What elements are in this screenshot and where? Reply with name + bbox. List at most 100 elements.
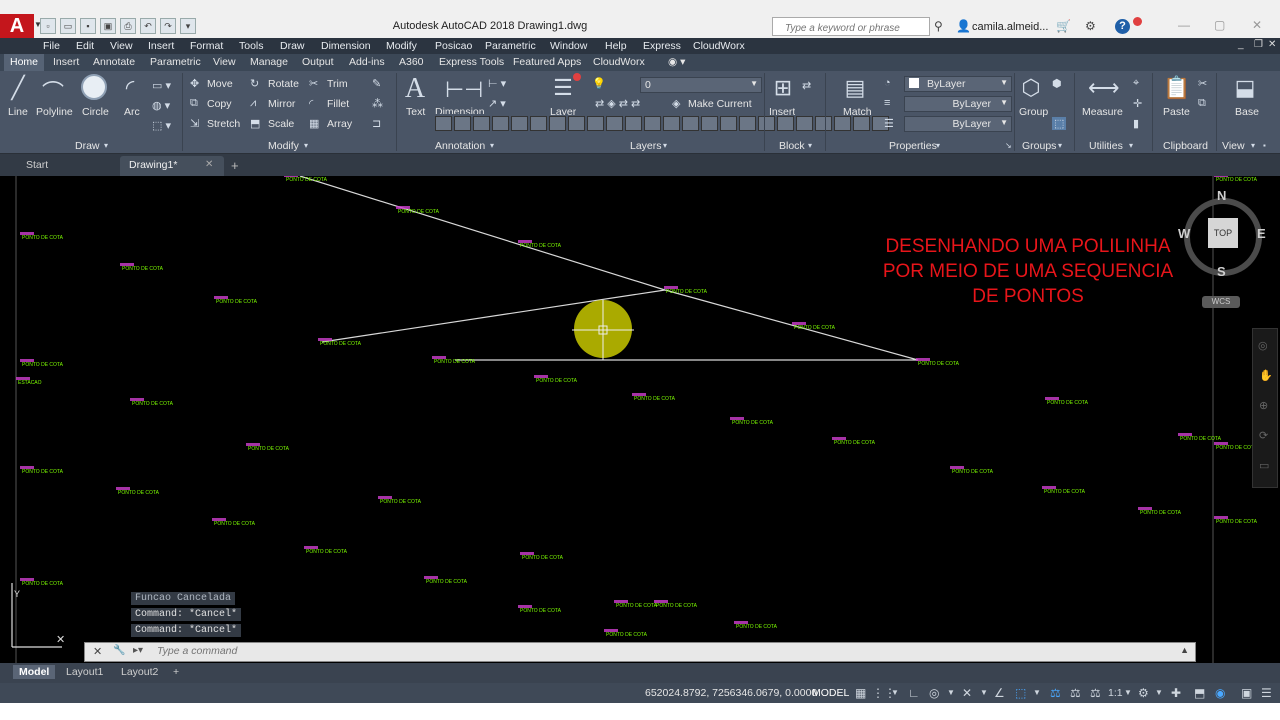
- chevron-down-icon[interactable]: ▼: [1124, 688, 1132, 697]
- customization-icon[interactable]: ☰: [1261, 686, 1272, 700]
- linear-dim-icon[interactable]: ⊢ ▾: [488, 77, 506, 90]
- compass-east[interactable]: E: [1257, 226, 1266, 241]
- explode-icon[interactable]: ⁂: [372, 97, 383, 110]
- toolbar-button-icon[interactable]: [492, 116, 509, 131]
- toolbar-button-icon[interactable]: [796, 116, 813, 131]
- doc-close-icon[interactable]: ✕: [1268, 39, 1276, 50]
- measure-button[interactable]: Measure: [1082, 106, 1123, 118]
- trim-icon[interactable]: ✂: [309, 77, 318, 90]
- match-properties-button[interactable]: Match: [843, 106, 872, 115]
- circle-icon[interactable]: [81, 74, 107, 100]
- exchange-icon[interactable]: ⚙: [1085, 19, 1096, 33]
- menu-format[interactable]: Format: [190, 40, 223, 52]
- survey-point-label[interactable]: PONTO DE COTA: [1214, 516, 1257, 525]
- tab-view[interactable]: View: [213, 56, 236, 68]
- ungroup-icon[interactable]: ⬢: [1052, 77, 1062, 90]
- menu-help[interactable]: Help: [605, 40, 627, 52]
- color-dropdown[interactable]: ByLayer ▼: [904, 76, 1012, 92]
- draw-expand-icon[interactable]: ▾: [104, 141, 108, 150]
- survey-point-label[interactable]: PONTO DE COTA: [396, 206, 439, 215]
- survey-point-label[interactable]: PONTO DE COTA: [730, 417, 773, 426]
- scale-button[interactable]: Scale: [268, 118, 294, 130]
- fillet-icon[interactable]: ◜: [309, 97, 313, 110]
- isodraft-icon[interactable]: ✕: [962, 686, 972, 700]
- search-input[interactable]: [772, 17, 930, 36]
- survey-point-label[interactable]: PONTO DE COTA: [424, 576, 467, 585]
- chevron-down-icon[interactable]: ▼: [1155, 688, 1163, 697]
- survey-point-label[interactable]: PONTO DE COTA: [1214, 176, 1257, 183]
- chevron-down-icon[interactable]: ▼: [891, 688, 899, 697]
- notification-icon[interactable]: [1133, 17, 1142, 26]
- menu-tools[interactable]: Tools: [239, 40, 264, 52]
- tab-a360[interactable]: A360: [399, 56, 424, 68]
- survey-point-label[interactable]: PONTO DE COTA: [214, 296, 257, 305]
- survey-point-label[interactable]: PONTO DE COTA: [950, 466, 993, 475]
- panel-utilities[interactable]: Utilities: [1089, 140, 1123, 152]
- command-input[interactable]: [157, 645, 1057, 657]
- toolbar-button-icon[interactable]: [473, 116, 490, 131]
- survey-point-label[interactable]: PONTO DE COTA: [520, 552, 563, 561]
- user-icon[interactable]: 👤: [956, 19, 971, 33]
- toolbar-button-icon[interactable]: [815, 116, 832, 131]
- plus-icon[interactable]: ✚: [1171, 686, 1181, 700]
- survey-point-label[interactable]: PONTO DE COTA: [20, 232, 63, 241]
- viewcube[interactable]: N S E W TOP WCS: [1178, 188, 1270, 308]
- tab-annotate[interactable]: Annotate: [93, 56, 135, 68]
- line-icon[interactable]: ╱: [6, 75, 30, 101]
- rotate-button[interactable]: Rotate: [268, 78, 299, 90]
- survey-point-label[interactable]: PONTO DE COTA: [604, 629, 647, 638]
- block-expand-icon[interactable]: ▾: [808, 141, 812, 150]
- panel-draw[interactable]: Draw: [75, 140, 100, 152]
- erase-icon[interactable]: ✎: [372, 77, 381, 90]
- polyline-button[interactable]: Polyline: [36, 106, 73, 118]
- tab-parametric[interactable]: Parametric: [150, 56, 201, 68]
- minimize-icon[interactable]: —: [1178, 18, 1190, 32]
- toolbar-button-icon[interactable]: [454, 116, 471, 131]
- survey-point-label[interactable]: PONTO DE COTA: [130, 398, 173, 407]
- menu-insert[interactable]: Insert: [148, 40, 174, 52]
- layer-dropdown[interactable]: 0 ▼: [640, 77, 762, 93]
- add-layout-icon[interactable]: +: [173, 666, 179, 678]
- insert-block-button[interactable]: Insert: [769, 106, 795, 115]
- panel-clipboard[interactable]: Clipboard: [1163, 140, 1208, 152]
- layer-properties-button[interactable]: Layer: [550, 106, 576, 115]
- panel-layers[interactable]: Layers: [630, 140, 662, 152]
- move-button[interactable]: Move: [207, 78, 233, 90]
- toolbar-button-icon[interactable]: [701, 116, 718, 131]
- base-view-button[interactable]: Base: [1235, 106, 1259, 118]
- arc-button[interactable]: Arc: [124, 106, 140, 118]
- zoom-icon[interactable]: ⊕: [1259, 399, 1268, 412]
- auto-scale-icon[interactable]: ⚖: [1070, 686, 1081, 700]
- object-tracking-icon[interactable]: ∠: [994, 686, 1005, 700]
- toolbar-button-icon[interactable]: [834, 116, 851, 131]
- survey-point-label[interactable]: PONTO DE COTA: [614, 600, 657, 609]
- trim-button[interactable]: Trim: [327, 78, 348, 90]
- scale-icon[interactable]: ⬒: [250, 117, 260, 130]
- calculator-icon[interactable]: ▮: [1133, 117, 1139, 130]
- chevron-up-icon[interactable]: ▲: [1180, 645, 1189, 655]
- survey-point-label[interactable]: PONTO DE COTA: [432, 356, 475, 365]
- toolbar-button-icon[interactable]: [644, 116, 661, 131]
- tab-express-tools[interactable]: Express Tools: [439, 56, 504, 68]
- ortho-icon[interactable]: ∟: [908, 686, 920, 700]
- tab-insert[interactable]: Insert: [53, 56, 79, 68]
- survey-point-label[interactable]: PONTO DE COTA: [518, 605, 561, 614]
- panel-view[interactable]: View: [1222, 140, 1245, 152]
- toolbar-button-icon[interactable]: [720, 116, 737, 131]
- text-icon[interactable]: A: [403, 73, 427, 105]
- wcs-menu[interactable]: WCS: [1202, 296, 1240, 308]
- survey-point-label[interactable]: PONTO DE COTA: [632, 393, 675, 402]
- survey-point-label[interactable]: PONTO DE COTA: [734, 621, 777, 630]
- survey-point-label[interactable]: PONTO DE COTA: [246, 443, 289, 452]
- compass-north[interactable]: N: [1217, 188, 1226, 203]
- survey-point-label[interactable]: PONTO DE COTA: [1045, 397, 1088, 406]
- survey-point-label[interactable]: PONTO DE COTA: [20, 466, 63, 475]
- help-icon[interactable]: ?: [1115, 19, 1130, 34]
- doc-restore-icon[interactable]: ❐: [1254, 39, 1263, 50]
- annotation-expand-icon[interactable]: ▾: [490, 141, 494, 150]
- lineweight-icon[interactable]: ☰: [884, 117, 894, 130]
- toolbar-button-icon[interactable]: [777, 116, 794, 131]
- ribbon-more-icon[interactable]: ▪: [1263, 141, 1266, 150]
- survey-point-label[interactable]: PONTO DE COTA: [654, 600, 697, 609]
- toolbar-button-icon[interactable]: [530, 116, 547, 131]
